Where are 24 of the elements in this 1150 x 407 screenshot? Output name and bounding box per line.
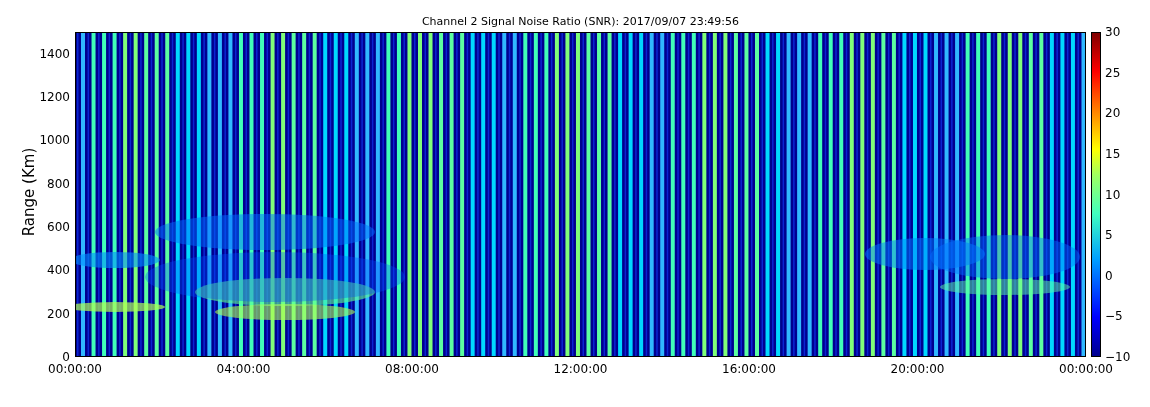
axis-tick-label: 1000: [38, 133, 70, 148]
colorbar-tick-label: 25: [1105, 65, 1121, 80]
axis-tick-label: 200: [46, 306, 70, 321]
axis-tick-label: 0: [61, 350, 70, 364]
axis-tick-label: 00:00:00: [47, 362, 103, 376]
axis-tick-label: 16:00:00: [721, 362, 777, 376]
colorbar-tick-label: 30: [1105, 25, 1121, 39]
axis-tick-label: 400: [46, 263, 70, 278]
axis-tick-label: 04:00:00: [215, 362, 272, 376]
axis-label: Range (Km): [20, 147, 38, 237]
colorbar-tick-label: −10: [1105, 350, 1131, 364]
axis-tick-label: 1200: [38, 90, 70, 104]
colorbar-tick-label: 5: [1105, 228, 1113, 243]
axis-tick-label: 1400: [38, 46, 70, 61]
colorbar-tick-label: 20: [1105, 106, 1121, 121]
colorbar-tick-label: 10: [1105, 187, 1121, 202]
axis-tick-label: 08:00:00: [384, 362, 440, 376]
colorbar-tick-label: 0: [1105, 268, 1113, 283]
axis-tick-label: 12:00:00: [552, 362, 609, 376]
chart-title: Channel 2 Signal Noise Ratio (SNR): 2017/09/07 23:49:56: [420, 15, 741, 29]
colorbar-tick-label: 15: [1105, 146, 1121, 161]
axis-tick-label: 00:00:00: [1058, 362, 1114, 376]
colorbar-tick-label: −5: [1105, 309, 1123, 324]
axis-tick-label: 20:00:00: [889, 362, 946, 376]
